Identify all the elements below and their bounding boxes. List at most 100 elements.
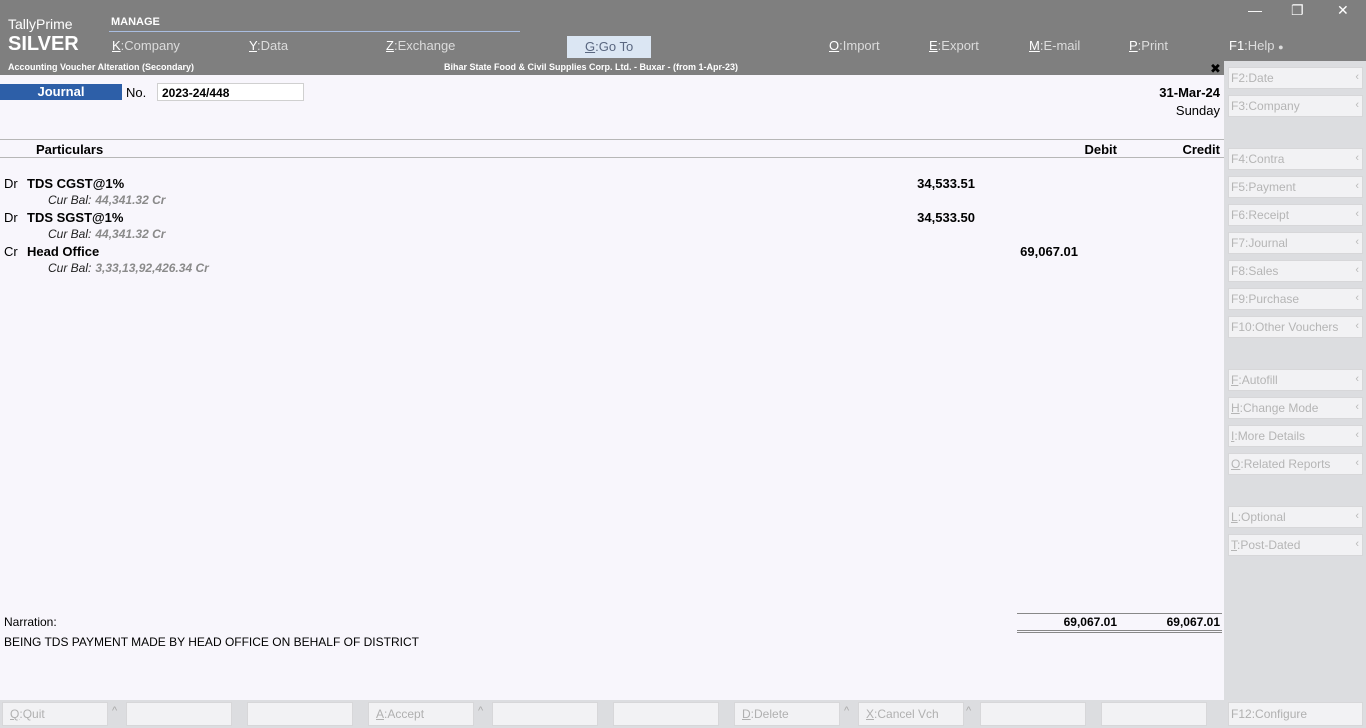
help-dot-icon: ● xyxy=(1278,42,1284,52)
related-reports-button[interactable]: O:Related Reports ‹ xyxy=(1228,453,1363,475)
autofill-button[interactable]: F:Autofill ‹ xyxy=(1228,369,1363,391)
entry-drcr: Cr xyxy=(4,244,18,259)
cancel-voucher-button[interactable]: X:Cancel Vch xyxy=(858,702,964,726)
payment-button[interactable]: F5:Payment ‹ xyxy=(1228,176,1363,198)
menu-help-label: Help xyxy=(1247,38,1275,53)
caret-icon: ^ xyxy=(844,705,850,717)
menu-data[interactable]: Y:Data xyxy=(249,38,288,53)
receipt-button[interactable]: F6:Receipt ‹ xyxy=(1228,204,1363,226)
delete-button[interactable]: D:Delete xyxy=(734,702,840,726)
accept-key: A xyxy=(376,707,385,721)
sales-button[interactable]: F8:Sales ‹ xyxy=(1228,260,1363,282)
restore-icon[interactable]: ❐ xyxy=(1291,2,1304,19)
cur-bal-label: Cur Bal: xyxy=(48,227,92,241)
entry-cur-bal: Cur Bal: 44,341.32 Cr xyxy=(48,193,165,207)
configure-button[interactable]: F12:Configure xyxy=(1228,702,1363,726)
more-details-button[interactable]: I:More Details ‹ xyxy=(1228,425,1363,447)
menu-company[interactable]: K:Company xyxy=(112,38,180,53)
payment-key: F5 xyxy=(1231,180,1246,194)
optional-label: Optional xyxy=(1241,510,1286,524)
voucher-no-label: No. xyxy=(126,85,147,100)
menu-print[interactable]: P:Print xyxy=(1129,38,1168,53)
more-details-label: More Details xyxy=(1237,429,1306,443)
close-screen-icon[interactable]: ✖ xyxy=(1210,61,1221,77)
narration-text[interactable]: BEING TDS PAYMENT MADE BY HEAD OFFICE ON… xyxy=(4,635,419,649)
post-dated-key: T xyxy=(1231,538,1237,552)
delete-key: D xyxy=(742,707,751,721)
entry-cur-bal: Cur Bal: 3,33,13,92,426.34 Cr xyxy=(48,261,209,275)
purchase-label: Purchase xyxy=(1248,292,1300,306)
voucher-date[interactable]: 31-Mar-24 xyxy=(1159,85,1220,100)
menu-email-key: M xyxy=(1029,38,1040,53)
change-mode-key: H xyxy=(1231,401,1240,415)
entry-drcr: Dr xyxy=(4,210,18,225)
caret-icon: ^ xyxy=(966,705,972,717)
sales-key: F8 xyxy=(1231,264,1246,278)
menu-export-key: E xyxy=(929,38,938,53)
menu-export[interactable]: E:Export xyxy=(929,38,979,53)
empty-bottom-button[interactable] xyxy=(980,702,1086,726)
cancel-key: X xyxy=(866,707,875,721)
voucher-number-field[interactable]: 2023-24/448 xyxy=(157,83,304,101)
menu-email[interactable]: M:E-mail xyxy=(1029,38,1080,53)
menu-help[interactable]: F1:Help ● xyxy=(1229,38,1284,53)
configure-key: F12 xyxy=(1231,707,1252,721)
empty-bottom-button[interactable] xyxy=(247,702,353,726)
cur-bal-amount: 44,341.32 Cr xyxy=(95,193,166,207)
menu-company-key: K xyxy=(112,38,121,53)
entry-debit: 34,533.51 xyxy=(917,176,975,191)
chevron-left-icon: ‹ xyxy=(1355,401,1359,413)
menu-company-label: Company xyxy=(124,38,180,53)
company-button[interactable]: F3:Company ‹ xyxy=(1228,95,1363,117)
delete-label: Delete xyxy=(754,707,789,721)
chevron-left-icon: ‹ xyxy=(1355,510,1359,522)
totals-divider-bottom xyxy=(1017,630,1222,631)
menu-import[interactable]: O:Import xyxy=(829,38,880,53)
entry-row[interactable]: Dr TDS CGST@1% 34,533.51 xyxy=(0,176,1224,193)
chevron-left-icon: ‹ xyxy=(1355,320,1359,332)
change-mode-button[interactable]: H:Change Mode ‹ xyxy=(1228,397,1363,419)
voucher-day: Sunday xyxy=(1175,103,1220,118)
caret-icon: ^ xyxy=(112,705,118,717)
empty-bottom-button[interactable] xyxy=(1101,702,1207,726)
date-button[interactable]: F2:Date ‹ xyxy=(1228,67,1363,89)
manage-section-label: MANAGE xyxy=(111,16,160,28)
close-window-icon[interactable]: ✕ xyxy=(1337,2,1349,19)
post-dated-button[interactable]: T:Post-Dated ‹ xyxy=(1228,534,1363,556)
quit-button[interactable]: Q:Quit xyxy=(2,702,108,726)
menu-print-label: Print xyxy=(1141,38,1169,53)
other-vouchers-button[interactable]: F10:Other Vouchers ‹ xyxy=(1228,316,1363,338)
caret-icon: ^ xyxy=(478,705,484,717)
empty-bottom-button[interactable] xyxy=(126,702,232,726)
date-key: F2 xyxy=(1231,71,1246,85)
entry-row[interactable]: Cr Head Office 69,067.01 xyxy=(0,244,1224,261)
empty-bottom-button[interactable] xyxy=(492,702,598,726)
entry-drcr: Dr xyxy=(4,176,18,191)
contra-label: Contra xyxy=(1248,152,1285,166)
other-vouchers-key: F10 xyxy=(1231,320,1252,334)
journal-button[interactable]: F7:Journal ‹ xyxy=(1228,232,1363,254)
cur-bal-amount: 44,341.32 Cr xyxy=(95,227,166,241)
empty-bottom-button[interactable] xyxy=(613,702,719,726)
screen-title-bar: Accounting Voucher Alteration (Secondary… xyxy=(0,61,1224,75)
column-debit: Debit xyxy=(1084,142,1118,157)
contra-button[interactable]: F4:Contra ‹ xyxy=(1228,148,1363,170)
cur-bal-amount: 3,33,13,92,426.34 Cr xyxy=(95,261,209,275)
menu-exchange[interactable]: Z:Exchange xyxy=(386,38,455,53)
chevron-left-icon: ‹ xyxy=(1355,71,1359,83)
purchase-button[interactable]: F9:Purchase ‹ xyxy=(1228,288,1363,310)
related-reports-label: Related Reports xyxy=(1243,457,1331,471)
header-divider-top xyxy=(0,139,1224,140)
optional-button[interactable]: L:Optional ‹ xyxy=(1228,506,1363,528)
minimize-icon[interactable]: — xyxy=(1248,2,1262,18)
menu-goto[interactable]: G:Go To xyxy=(567,36,652,58)
accept-button[interactable]: A:Accept xyxy=(368,702,474,726)
totals-divider-double xyxy=(1017,632,1222,633)
voucher-type[interactable]: Journal xyxy=(0,84,122,100)
chevron-left-icon: ‹ xyxy=(1355,429,1359,441)
column-credit: Credit xyxy=(1182,142,1220,157)
entry-debit: 34,533.50 xyxy=(917,210,975,225)
chevron-left-icon: ‹ xyxy=(1355,373,1359,385)
entry-row[interactable]: Dr TDS SGST@1% 34,533.50 xyxy=(0,210,1224,227)
purchase-key: F9 xyxy=(1231,292,1246,306)
